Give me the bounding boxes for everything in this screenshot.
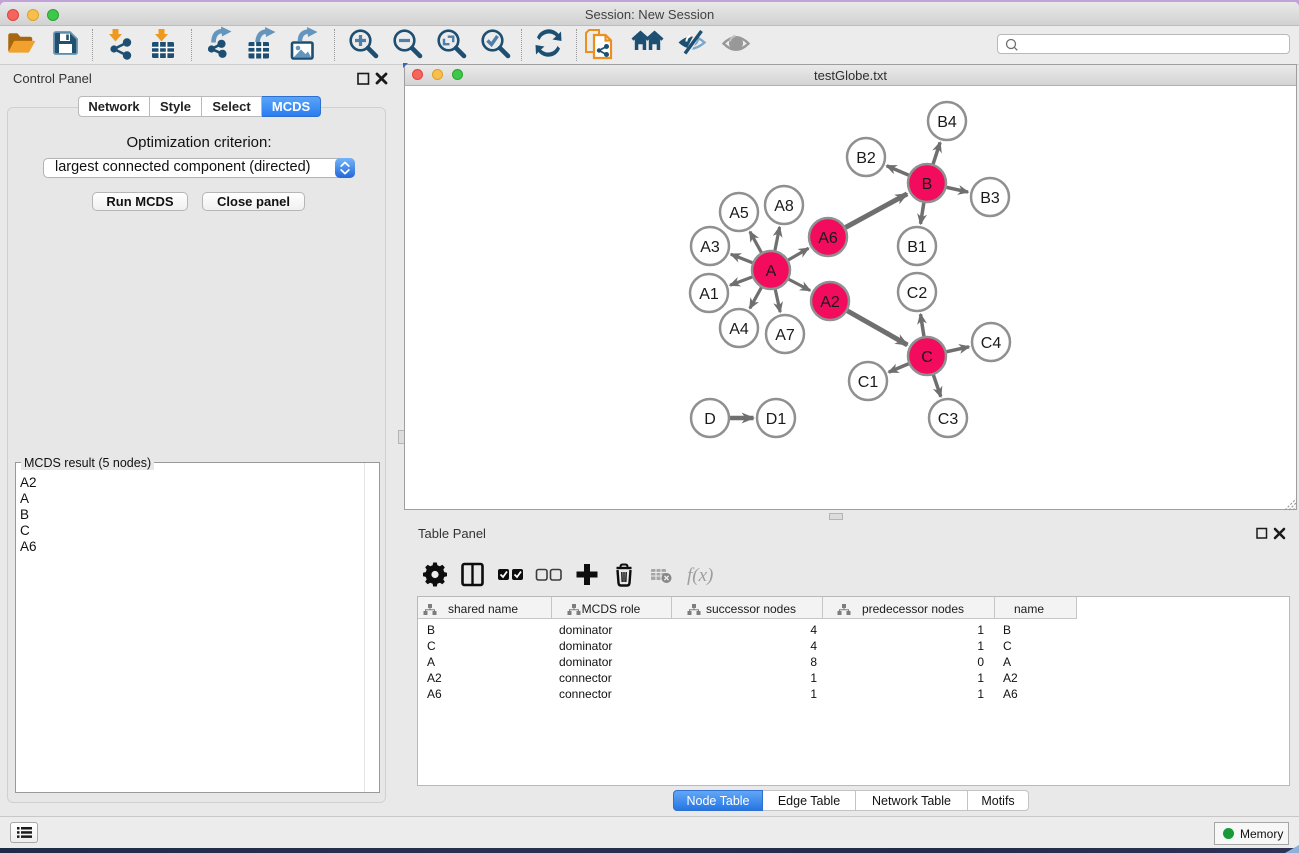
svg-text:f(x): f(x) <box>687 565 713 586</box>
svg-text:B4: B4 <box>937 114 957 131</box>
svg-text:C2: C2 <box>907 285 928 302</box>
svg-text:A6: A6 <box>818 230 838 247</box>
svg-text:C4: C4 <box>981 335 1002 352</box>
svg-text:A2: A2 <box>820 294 840 311</box>
svg-text:C: C <box>921 349 933 366</box>
svg-text:C1: C1 <box>858 374 879 391</box>
svg-text:D: D <box>704 411 716 428</box>
svg-text:D1: D1 <box>766 411 787 428</box>
svg-text:B2: B2 <box>856 150 876 167</box>
svg-text:A4: A4 <box>729 321 749 338</box>
svg-text:A7: A7 <box>775 327 795 344</box>
svg-text:A3: A3 <box>700 239 720 256</box>
svg-text:A5: A5 <box>729 205 749 222</box>
svg-text:A: A <box>766 263 777 280</box>
svg-text:A8: A8 <box>774 198 794 215</box>
svg-text:A1: A1 <box>699 286 719 303</box>
svg-text:B1: B1 <box>907 239 927 256</box>
svg-text:C3: C3 <box>938 411 959 428</box>
svg-text:B: B <box>922 176 933 193</box>
svg-text:B3: B3 <box>980 190 1000 207</box>
